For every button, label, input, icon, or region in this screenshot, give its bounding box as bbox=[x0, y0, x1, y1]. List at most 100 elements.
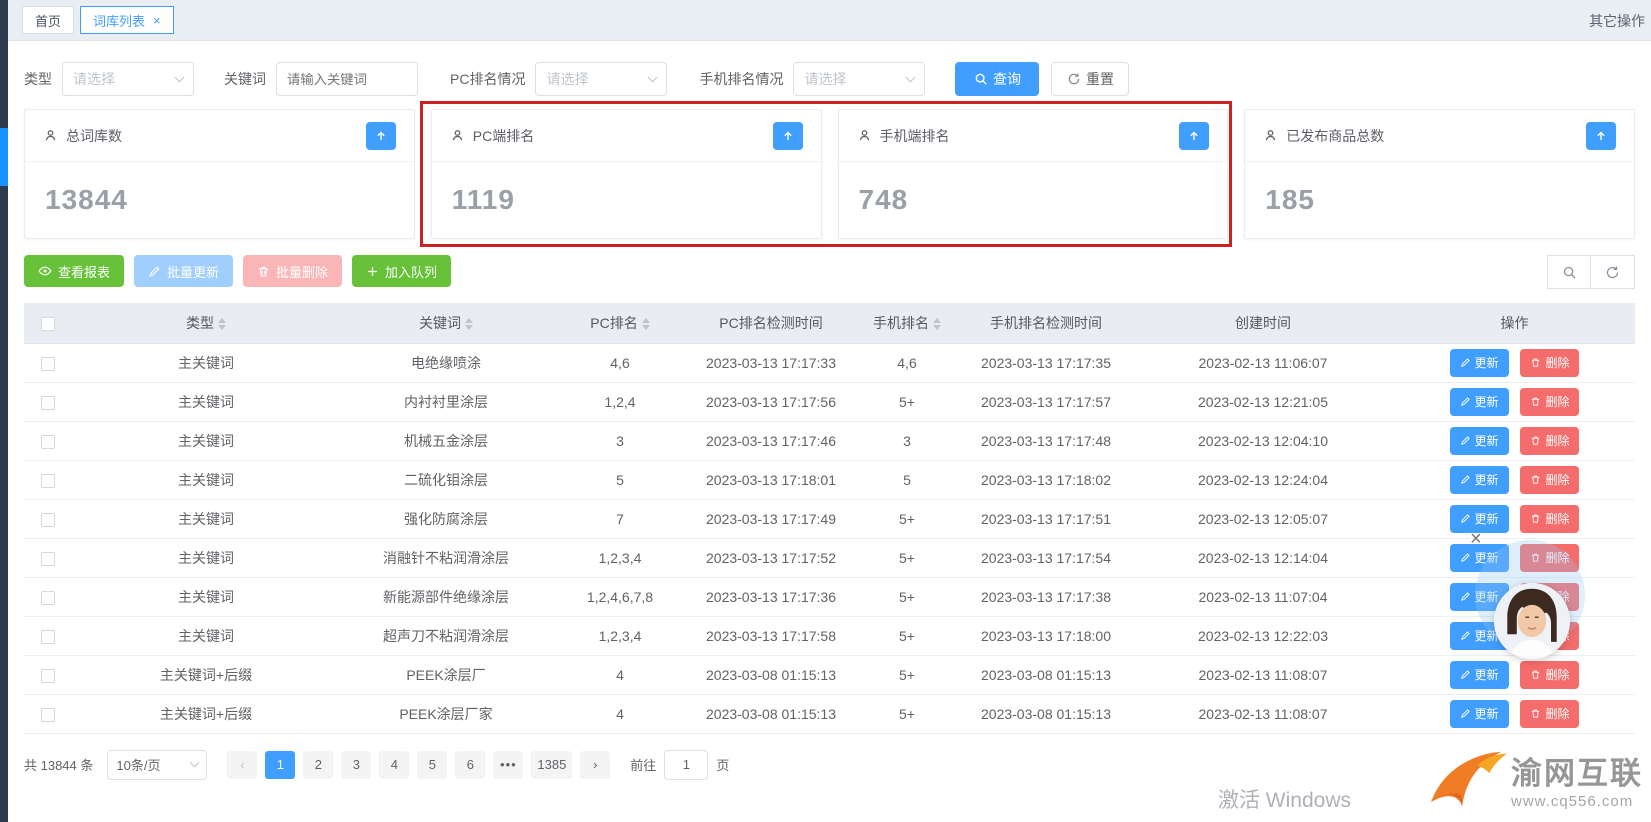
chevron-left-icon: ‹ bbox=[240, 757, 244, 772]
column-header-pc-rank[interactable]: PC排名 bbox=[552, 303, 688, 343]
table-row[interactable]: 主关键词 新能源部件绝缘涂层 1,2,4,6,7,8 2023-03-13 17… bbox=[24, 577, 1635, 616]
column-header-type[interactable]: 类型 bbox=[72, 303, 340, 343]
view-report-button[interactable]: 查看报表 bbox=[24, 255, 124, 287]
user-icon bbox=[1263, 128, 1278, 143]
query-button[interactable]: 查询 bbox=[955, 62, 1039, 96]
row-update-button[interactable]: 更新 bbox=[1450, 700, 1509, 728]
page-button-2[interactable]: 2 bbox=[303, 751, 333, 779]
trash-icon bbox=[257, 265, 270, 278]
row-delete-button[interactable]: 删除 bbox=[1520, 505, 1579, 533]
row-checkbox[interactable] bbox=[41, 396, 55, 410]
table-row[interactable]: 主关键词+后缀 PEEK涂层厂 4 2023-03-08 01:15:13 5+… bbox=[24, 655, 1635, 694]
card-collapse-button[interactable] bbox=[366, 122, 396, 150]
row-update-button[interactable]: 更新 bbox=[1450, 427, 1509, 455]
trash-icon bbox=[1530, 435, 1541, 446]
table-row[interactable]: 主关键词 内衬衬里涂层 1,2,4 2023-03-13 17:17:56 5+… bbox=[24, 382, 1635, 421]
batch-update-button[interactable]: 批量更新 bbox=[134, 255, 233, 287]
row-checkbox[interactable] bbox=[41, 513, 55, 527]
row-checkbox[interactable] bbox=[41, 357, 55, 371]
column-header-keyword[interactable]: 关键词 bbox=[340, 303, 552, 343]
batch-update-label: 批量更新 bbox=[167, 262, 219, 281]
row-delete-button[interactable]: 删除 bbox=[1520, 661, 1579, 689]
row-delete-button[interactable]: 删除 bbox=[1520, 349, 1579, 377]
eye-icon bbox=[38, 264, 52, 278]
card-collapse-button[interactable] bbox=[773, 122, 803, 150]
table-row[interactable]: 主关键词 强化防腐涂层 7 2023-03-13 17:17:49 5+ 202… bbox=[24, 499, 1635, 538]
sort-icon[interactable] bbox=[642, 318, 650, 330]
page-button-5[interactable]: 5 bbox=[417, 751, 447, 779]
tab-wordlist-label: 词库列表 bbox=[93, 11, 145, 30]
page-ellipsis[interactable]: ••• bbox=[493, 751, 523, 779]
table-row[interactable]: 主关键词+后缀 PEEK涂层厂家 4 2023-03-08 01:15:13 5… bbox=[24, 694, 1635, 733]
row-checkbox[interactable] bbox=[41, 708, 55, 722]
service-avatar[interactable] bbox=[1494, 583, 1570, 659]
table-row[interactable]: 主关键词 消融针不粘润滑涂层 1,2,3,4 2023-03-13 17:17:… bbox=[24, 538, 1635, 577]
table-row[interactable]: 主关键词 超声刀不粘润滑涂层 1,2,3,4 2023-03-13 17:17:… bbox=[24, 616, 1635, 655]
user-icon bbox=[857, 128, 872, 143]
tab-close-icon[interactable]: × bbox=[153, 14, 161, 27]
row-delete-button[interactable]: 删除 bbox=[1520, 427, 1579, 455]
card-collapse-button[interactable] bbox=[1586, 122, 1616, 150]
sort-icon[interactable] bbox=[465, 318, 473, 330]
prev-page-button[interactable]: ‹ bbox=[227, 751, 257, 779]
row-checkbox[interactable] bbox=[41, 435, 55, 449]
row-delete-button[interactable]: 删除 bbox=[1520, 700, 1579, 728]
batch-delete-button[interactable]: 批量删除 bbox=[243, 255, 342, 287]
row-checkbox[interactable] bbox=[41, 474, 55, 488]
page-button-1385[interactable]: 1385 bbox=[531, 751, 572, 779]
row-delete-button[interactable]: 删除 bbox=[1520, 544, 1579, 572]
column-header-pc-time: PC排名检测时间 bbox=[688, 303, 854, 343]
other-operations-menu[interactable]: 其它操作 bbox=[1589, 0, 1645, 41]
column-header-mobile-rank[interactable]: 手机排名 bbox=[854, 303, 960, 343]
reset-button[interactable]: 重置 bbox=[1051, 62, 1129, 96]
row-checkbox[interactable] bbox=[41, 552, 55, 566]
row-delete-button[interactable]: 删除 bbox=[1520, 388, 1579, 416]
cell-type: 主关键词 bbox=[72, 616, 340, 655]
row-update-button[interactable]: 更新 bbox=[1450, 661, 1509, 689]
page-button-1[interactable]: 1 bbox=[265, 751, 295, 779]
cell-mobile-time: 2023-03-13 17:18:02 bbox=[960, 460, 1132, 499]
row-update-button[interactable]: 更新 bbox=[1450, 388, 1509, 416]
page-size-select[interactable]: 10条/页 bbox=[107, 750, 207, 780]
table-row[interactable]: 主关键词 二硫化钼涂层 5 2023-03-13 17:18:01 5 2023… bbox=[24, 460, 1635, 499]
tab-home[interactable]: 首页 bbox=[22, 6, 74, 34]
card-collapse-button[interactable] bbox=[1179, 122, 1209, 150]
tab-wordlist[interactable]: 词库列表 × bbox=[80, 6, 174, 34]
table-row[interactable]: 主关键词 电绝缘喷涂 4,6 2023-03-13 17:17:33 4,6 2… bbox=[24, 343, 1635, 382]
type-select[interactable]: 请选择 bbox=[62, 62, 194, 96]
pc-rank-select[interactable]: 请选择 bbox=[535, 62, 667, 96]
row-checkbox[interactable] bbox=[41, 591, 55, 605]
row-checkbox[interactable] bbox=[41, 630, 55, 644]
sort-icon[interactable] bbox=[218, 318, 226, 330]
row-update-button[interactable]: 更新 bbox=[1450, 349, 1509, 377]
keyword-input[interactable] bbox=[276, 62, 418, 96]
page-button-6[interactable]: 6 bbox=[455, 751, 485, 779]
join-queue-button[interactable]: 加入队列 bbox=[352, 255, 451, 287]
row-update-button[interactable]: 更新 bbox=[1450, 466, 1509, 494]
select-all-checkbox[interactable] bbox=[41, 317, 55, 331]
table-row[interactable]: 主关键词 机械五金涂层 3 2023-03-13 17:17:46 3 2023… bbox=[24, 421, 1635, 460]
cell-mobile-rank: 5+ bbox=[854, 616, 960, 655]
cell-mobile-time: 2023-03-13 17:17:48 bbox=[960, 421, 1132, 460]
mobile-rank-select[interactable]: 请选择 bbox=[793, 62, 925, 96]
row-update-label: 更新 bbox=[1475, 549, 1499, 566]
plus-icon bbox=[366, 265, 379, 278]
table-refresh-button[interactable] bbox=[1591, 255, 1635, 289]
table-search-toggle[interactable] bbox=[1547, 255, 1591, 289]
next-page-button[interactable]: › bbox=[580, 751, 610, 779]
page-button-3[interactable]: 3 bbox=[341, 751, 371, 779]
table-toolbar: 查看报表 批量更新 批量删除 加入队列 bbox=[24, 255, 1635, 287]
widget-close-icon[interactable]: × bbox=[1470, 528, 1482, 551]
goto-page-input[interactable] bbox=[664, 750, 708, 780]
page-button-4[interactable]: 4 bbox=[379, 751, 409, 779]
edit-icon bbox=[1460, 474, 1471, 485]
sort-icon[interactable] bbox=[933, 318, 941, 330]
card-value: 1119 bbox=[432, 162, 821, 216]
cell-pc-time: 2023-03-13 17:18:01 bbox=[688, 460, 854, 499]
brand-url: www.cq556.com bbox=[1511, 793, 1643, 810]
cell-keyword: 电绝缘喷涂 bbox=[340, 343, 552, 382]
cell-mobile-time: 2023-03-13 17:17:57 bbox=[960, 382, 1132, 421]
row-checkbox[interactable] bbox=[41, 669, 55, 683]
edit-icon bbox=[1460, 513, 1471, 524]
row-delete-button[interactable]: 删除 bbox=[1520, 466, 1579, 494]
